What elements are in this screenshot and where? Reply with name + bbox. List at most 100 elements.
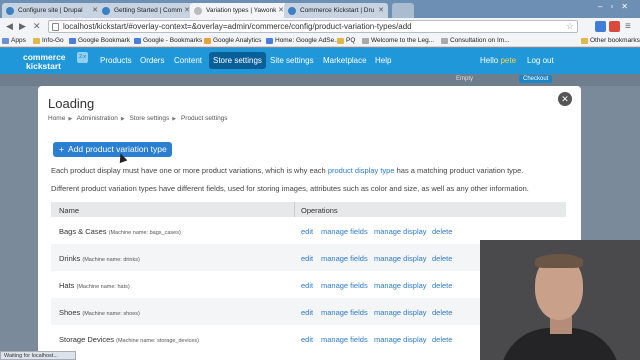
- user-greeting[interactable]: Hello pete: [480, 56, 516, 65]
- cart-strip: Empty Checkout: [0, 74, 640, 86]
- extension-icon[interactable]: [595, 21, 606, 32]
- close-overlay-button[interactable]: ✕: [558, 92, 572, 106]
- table-header: Name Operations: [51, 202, 566, 217]
- bookmark[interactable]: Google - Bookmarks: [134, 37, 202, 44]
- drupal-icon: [102, 7, 110, 15]
- column-header-operations: Operations: [301, 206, 338, 215]
- nav-site-settings[interactable]: Site settings: [270, 56, 314, 65]
- add-product-variation-type-button[interactable]: + Add product variation type: [53, 142, 172, 157]
- site-header: commerce kickstart 2.x Products Orders C…: [0, 48, 640, 74]
- manage-fields-link[interactable]: manage fields: [321, 227, 368, 236]
- browser-tab-active[interactable]: Variation types | Yawonk ✕: [190, 3, 288, 18]
- extension-icon[interactable]: [609, 21, 620, 32]
- google-icon: [69, 38, 76, 44]
- breadcrumb-separator-icon: ▶: [172, 116, 177, 122]
- star-icon[interactable]: ☆: [566, 21, 574, 32]
- bookmark[interactable]: Info-Go: [33, 37, 64, 44]
- manage-fields-link[interactable]: manage fields: [321, 281, 368, 290]
- manage-display-link[interactable]: manage display: [374, 254, 427, 263]
- browser-tab[interactable]: Commerce Kickstart | Dru ✕: [284, 3, 388, 18]
- plus-icon: +: [59, 144, 64, 154]
- row-name: Drinks (Machine name: drinks): [59, 254, 140, 263]
- page-icon: [362, 38, 369, 44]
- delete-link[interactable]: delete: [432, 254, 452, 263]
- bookmark[interactable]: Apps: [2, 37, 26, 44]
- apps-icon: [2, 38, 9, 44]
- bookmark[interactable]: PQ: [337, 37, 355, 44]
- delete-link[interactable]: delete: [432, 308, 452, 317]
- delete-link[interactable]: delete: [432, 281, 452, 290]
- breadcrumb-product-settings[interactable]: Product settings: [181, 115, 228, 122]
- edit-link[interactable]: edit: [301, 254, 313, 263]
- cart-status: Empty: [456, 76, 474, 82]
- breadcrumb-separator-icon: ▶: [120, 116, 125, 122]
- delete-link[interactable]: delete: [432, 227, 452, 236]
- manage-fields-link[interactable]: manage fields: [321, 254, 368, 263]
- row-name: Bags & Cases (Machine name: bags_cases): [59, 227, 181, 236]
- folder-icon: [33, 38, 40, 44]
- product-display-type-link[interactable]: product display type: [328, 166, 395, 175]
- bookmark[interactable]: Home: Google AdSe...: [266, 37, 340, 44]
- breadcrumb-home[interactable]: Home: [48, 115, 65, 122]
- other-bookmarks[interactable]: Other bookmarks: [581, 37, 640, 44]
- forward-icon[interactable]: ▶: [19, 21, 26, 32]
- browser-status: Waiting for localhost...: [0, 351, 76, 360]
- bookmark[interactable]: Google Bookmark: [69, 37, 130, 44]
- page-icon: [441, 38, 448, 44]
- breadcrumb-store-settings[interactable]: Store settings: [130, 115, 170, 122]
- bookmark[interactable]: Welcome to the Leg...: [362, 37, 434, 44]
- back-icon[interactable]: ◀: [6, 21, 13, 32]
- nav-products[interactable]: Products: [100, 56, 132, 65]
- browser-tab-bar: Configure site | Drupal ✕ Getting Started…: [0, 0, 640, 18]
- folder-icon: [337, 38, 344, 44]
- adsense-icon: [266, 38, 273, 44]
- google-icon: [134, 38, 141, 44]
- description-text: Each product display must have one or mo…: [51, 166, 524, 175]
- row-name: Shoes (Machine name: shoes): [59, 308, 140, 317]
- window-controls[interactable]: –▫✕: [598, 2, 636, 11]
- stop-icon[interactable]: ✕: [33, 21, 41, 32]
- manage-display-link[interactable]: manage display: [374, 308, 427, 317]
- nav-store-settings[interactable]: Store settings: [209, 52, 266, 69]
- nav-help[interactable]: Help: [375, 56, 391, 65]
- browser-tab[interactable]: Getting Started | Comm ✕: [98, 3, 194, 18]
- webcam-video: [480, 240, 640, 360]
- edit-link[interactable]: edit: [301, 227, 313, 236]
- nav-marketplace[interactable]: Marketplace: [323, 56, 367, 65]
- manage-fields-link[interactable]: manage fields: [321, 335, 368, 344]
- edit-link[interactable]: edit: [301, 308, 313, 317]
- bookmark[interactable]: Consultation on Im...: [441, 37, 510, 44]
- presenter-hair: [535, 254, 583, 268]
- bookmarks-bar: Apps Info-Go Google Bookmark Google - Bo…: [0, 35, 640, 47]
- manage-display-link[interactable]: manage display: [374, 227, 427, 236]
- breadcrumb-administration[interactable]: Administration: [77, 115, 118, 122]
- new-tab-button[interactable]: [392, 3, 414, 18]
- delete-link[interactable]: delete: [432, 335, 452, 344]
- bookmark[interactable]: Google Analytics: [204, 37, 261, 44]
- column-header-name: Name: [59, 206, 80, 215]
- menu-icon[interactable]: ≡: [625, 21, 631, 32]
- page-icon: [52, 23, 59, 31]
- nav-content[interactable]: Content: [174, 56, 202, 65]
- edit-link[interactable]: edit: [301, 335, 313, 344]
- close-icon[interactable]: ✕: [378, 6, 384, 14]
- manage-fields-link[interactable]: manage fields: [321, 308, 368, 317]
- nav-orders[interactable]: Orders: [140, 56, 164, 65]
- drupal-icon: [288, 7, 296, 15]
- row-name: Storage Devices (Machine name: storage_d…: [59, 335, 199, 344]
- analytics-icon: [204, 38, 211, 44]
- commerce-kickstart-logo[interactable]: commerce kickstart 2.x: [23, 52, 88, 72]
- loading-icon: [194, 7, 202, 15]
- description-text: Different product variation types have d…: [51, 184, 529, 193]
- manage-display-link[interactable]: manage display: [374, 335, 427, 344]
- browser-tab[interactable]: Configure site | Drupal ✕: [2, 3, 102, 18]
- logout-link[interactable]: Log out: [527, 56, 554, 65]
- folder-icon: [581, 38, 588, 44]
- manage-display-link[interactable]: manage display: [374, 281, 427, 290]
- row-name: Hats (Machine name: hats): [59, 281, 130, 290]
- edit-link[interactable]: edit: [301, 281, 313, 290]
- url-bar[interactable]: localhost/kickstart/#overlay-context=&ov…: [48, 20, 578, 33]
- breadcrumb: Home ▶ Administration ▶ Store settings ▶ Pr…: [48, 115, 231, 122]
- checkout-button[interactable]: Checkout: [519, 75, 553, 83]
- breadcrumb-separator-icon: ▶: [68, 116, 73, 122]
